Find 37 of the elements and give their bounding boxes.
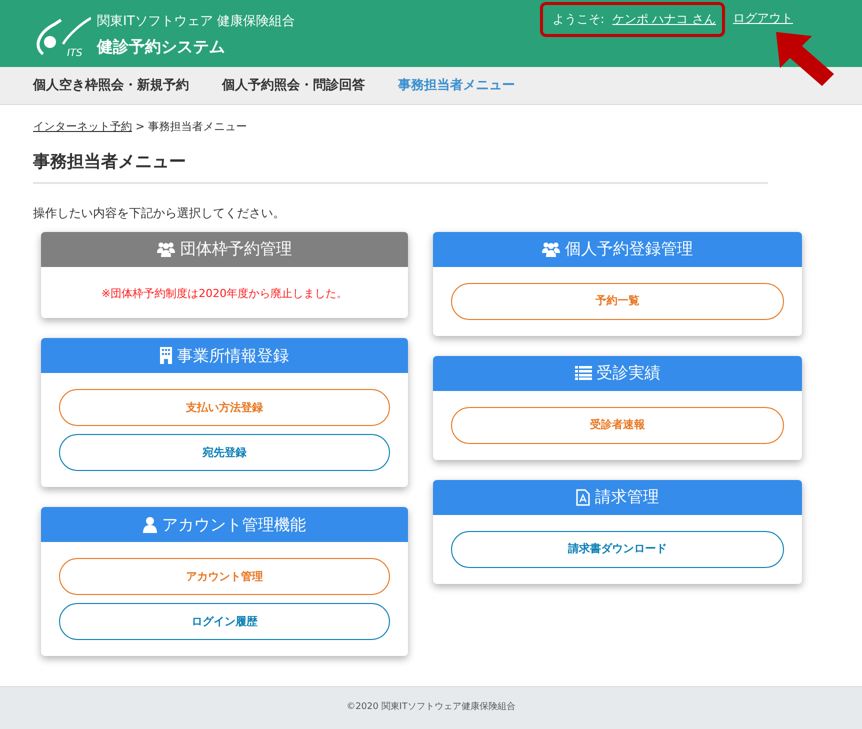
menu-button[interactable]: 支払い方法登録 bbox=[59, 389, 390, 426]
menu-button[interactable]: アカウント管理 bbox=[59, 558, 390, 596]
page-title: 事務担当者メニュー bbox=[33, 152, 768, 184]
instruction-text: 操作したい内容を下記から選択してください。 bbox=[33, 204, 286, 222]
menu-button[interactable]: 宛先登録 bbox=[59, 434, 390, 472]
building-icon bbox=[160, 347, 172, 364]
menu-button[interactable]: 請求書ダウンロード bbox=[451, 530, 784, 568]
organization-name: 関東ITソフトウェア 健康保険組合 bbox=[97, 12, 295, 31]
notice-text: ※団体枠予約制度は2020年度から廃止しました。 bbox=[100, 286, 349, 302]
logout-link[interactable]: ログアウト bbox=[733, 9, 793, 27]
panel-title: 団体枠予約管理 bbox=[180, 238, 292, 260]
nav-link[interactable]: 個人予約照会・問診回答 bbox=[222, 76, 365, 96]
group-icon bbox=[157, 241, 175, 258]
panel-title: 事業所情報登録 bbox=[177, 344, 289, 367]
menu-button[interactable]: ログイン履歴 bbox=[59, 603, 390, 640]
list-icon bbox=[574, 366, 592, 380]
user-icon bbox=[143, 516, 157, 533]
breadcrumb-link[interactable]: インターネット予約 bbox=[33, 120, 132, 133]
document-icon bbox=[576, 488, 590, 506]
group-icon bbox=[542, 241, 560, 258]
panel-title: 個人予約登録管理 bbox=[565, 238, 693, 260]
panel-title: アカウント管理機能 bbox=[162, 514, 306, 536]
nav-link[interactable]: 事務担当者メニュー bbox=[398, 76, 515, 96]
breadcrumb-separator: > bbox=[136, 120, 145, 133]
pointer-arrow bbox=[774, 30, 836, 86]
breadcrumb-current: 事務担当者メニュー bbox=[148, 120, 248, 133]
system-name: 健診予約システム bbox=[97, 36, 226, 58]
panel-title: 請求管理 bbox=[595, 486, 659, 508]
panel-title: 受診実績 bbox=[596, 362, 660, 384]
logo-text: ITS bbox=[67, 48, 82, 58]
nav-link[interactable]: 個人空き枠照会・新規予約 bbox=[33, 76, 189, 96]
user-name-link[interactable]: ケンポ ハナコ さん bbox=[612, 10, 716, 28]
menu-button[interactable]: 受診者速報 bbox=[451, 406, 784, 444]
copyright-text: ©2020 関東ITソフトウェア健康保険組合 bbox=[346, 701, 516, 714]
logo-icon bbox=[36, 16, 91, 55]
welcome-label: ようこそ: bbox=[552, 11, 604, 28]
menu-button[interactable]: 予約一覧 bbox=[451, 282, 784, 320]
